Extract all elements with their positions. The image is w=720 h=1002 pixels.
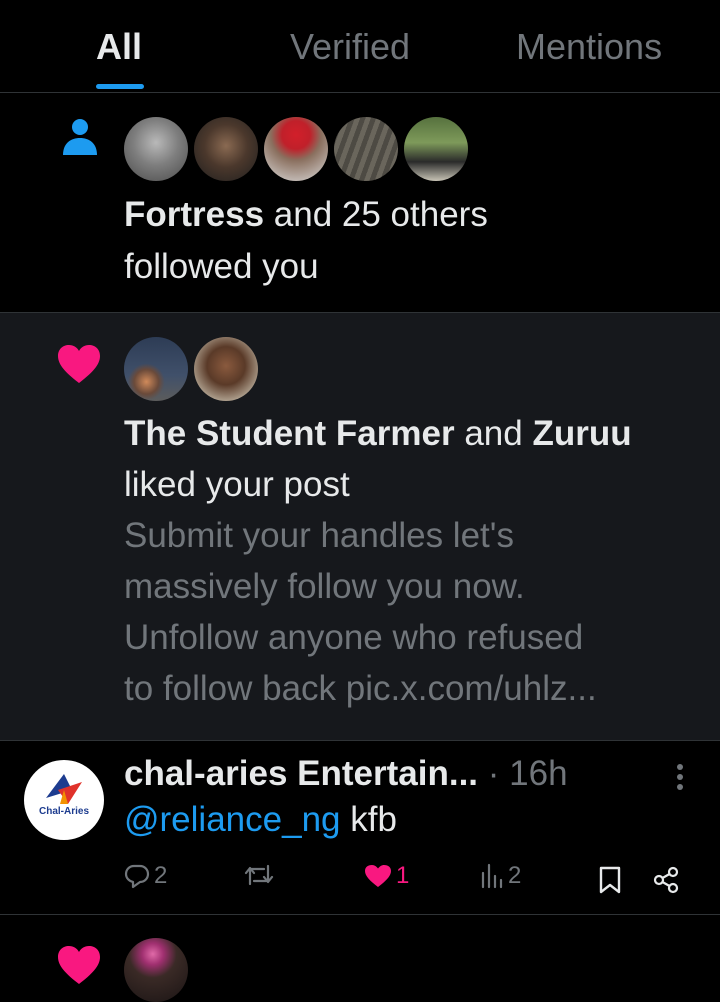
post-timestamp[interactable]: 16h [509, 754, 567, 793]
bookmark-icon[interactable] [598, 866, 622, 894]
tab-mentions[interactable]: Mentions [516, 26, 662, 68]
heart-icon [58, 946, 100, 984]
avatar[interactable] [404, 117, 468, 181]
share-icon[interactable] [652, 866, 680, 894]
post-preview-line: Unfollow anyone who refused [124, 618, 584, 657]
avatar[interactable] [124, 938, 188, 1002]
avatar[interactable] [264, 117, 328, 181]
views-icon [481, 863, 503, 889]
heart-icon [58, 345, 100, 383]
avatar[interactable] [194, 337, 258, 401]
chal-aries-logo-icon [46, 774, 82, 804]
more-options-icon[interactable] [674, 762, 686, 792]
liker-name-2[interactable]: Zuruu [532, 414, 631, 453]
logo-text: Chal-Aries [38, 806, 89, 817]
like-count: 1 [396, 862, 410, 889]
tab-verified[interactable]: Verified [290, 26, 410, 68]
post-preview-line: massively follow you now. [124, 567, 525, 606]
follower-avatars [124, 117, 474, 181]
separator-dot: · [478, 754, 510, 793]
like-notification-partial[interactable] [0, 915, 720, 999]
avatar[interactable] [334, 117, 398, 181]
reply-count: 2 [154, 862, 168, 889]
liker-name-1[interactable]: The Student Farmer [124, 414, 455, 453]
like-action-text: liked your post [124, 465, 350, 504]
post-header: chal-aries Entertain... · 16h [124, 752, 568, 796]
follower-name[interactable]: Fortress [124, 195, 264, 234]
avatar[interactable] [124, 337, 188, 401]
liker-avatars [124, 337, 264, 401]
post-author-avatar[interactable]: Chal-Aries [24, 760, 104, 840]
repost-button[interactable] [243, 862, 275, 888]
tab-all[interactable]: All [96, 26, 142, 68]
like-button[interactable]: 1 [364, 862, 409, 890]
heart-filled-icon [365, 865, 391, 887]
follow-action-text: followed you [124, 247, 319, 286]
post-preview-line: to follow back pic.x.com/uhlz... [124, 669, 597, 708]
follow-count-text: and 25 others [264, 195, 488, 234]
repost-icon [244, 864, 274, 886]
post-body-text: kfb [340, 800, 397, 839]
reply-button[interactable]: 2 [124, 862, 167, 890]
active-tab-indicator [96, 84, 144, 89]
person-icon [63, 119, 97, 155]
avatar[interactable] [194, 117, 258, 181]
post-preview-line: Submit your handles let's [124, 516, 514, 555]
notification-tabs: All Verified Mentions [0, 0, 720, 93]
views-count: 2 [508, 862, 522, 889]
avatar[interactable] [124, 117, 188, 181]
follow-text-block: Fortress and 25 others followed you [124, 189, 488, 293]
post-author-name[interactable]: chal-aries Entertain... [124, 754, 478, 793]
views-button[interactable]: 2 [480, 862, 521, 890]
post-text: @reliance_ng kfb [124, 796, 397, 844]
mention-link[interactable]: @reliance_ng [124, 800, 341, 839]
like-text-block: The Student Farmer and Zuruu liked your … [124, 408, 632, 714]
conjunction: and [454, 414, 533, 453]
reply-icon [124, 864, 150, 889]
post-actions: 2 1 2 [0, 862, 720, 898]
